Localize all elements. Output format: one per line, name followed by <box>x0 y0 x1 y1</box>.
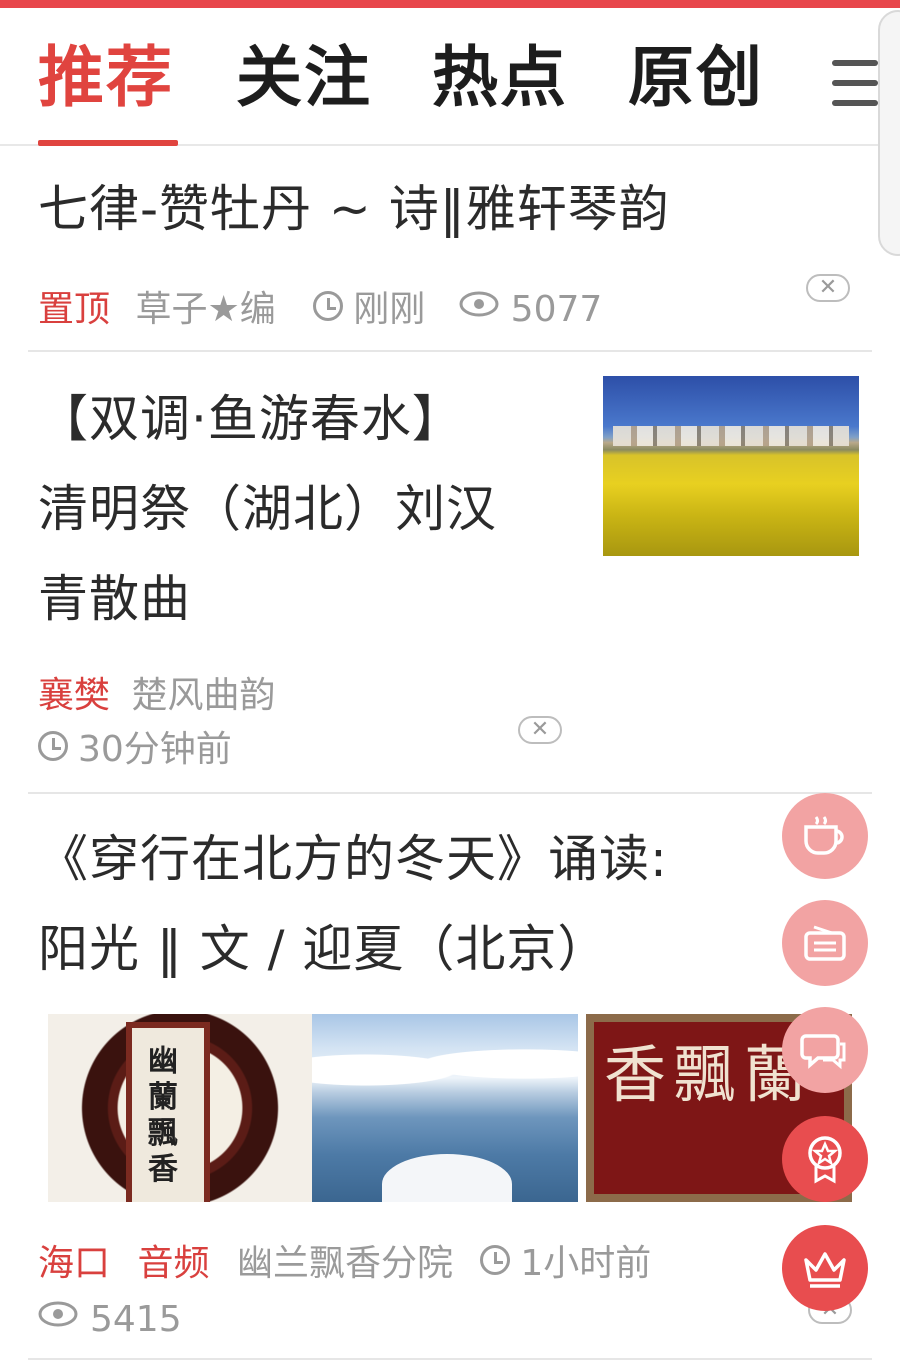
view-count: 5415 <box>90 1299 182 1340</box>
title-line: 阳光 ‖ 文 / 迎夏（北京） <box>38 920 609 978</box>
publish-time: 30分钟前 <box>78 729 232 770</box>
publish-time: 刚刚 <box>353 289 426 330</box>
location-tag: 襄樊 <box>38 675 111 716</box>
tab-follow[interactable]: 关注 <box>236 38 372 118</box>
crown-icon[interactable] <box>782 1225 868 1311</box>
clock-icon <box>38 731 68 761</box>
tab-recommend[interactable]: 推荐 <box>38 38 174 118</box>
radio-icon[interactable] <box>782 900 868 986</box>
publish-time: 1小时前 <box>520 1243 652 1284</box>
clock-icon <box>313 291 344 321</box>
article-title[interactable]: 《穿行在北方的冬天》诵读: 阳光 ‖ 文 / 迎夏（北京） <box>38 814 838 994</box>
badge-star-icon[interactable] <box>782 1116 868 1202</box>
dismiss-button[interactable]: ✕ <box>806 274 850 302</box>
clock-icon <box>480 1245 511 1275</box>
pinned-tag: 置顶 <box>38 289 111 330</box>
calligraphy-scroll-image[interactable]: 幽蘭飄香 <box>48 1014 312 1202</box>
author-name[interactable]: 草子★编 <box>135 289 275 330</box>
title-line: 《穿行在北方的冬天》诵读: <box>38 830 668 888</box>
article-title[interactable]: 【双调·鱼游春水】 清明祭（湖北）刘汉 青散曲 <box>38 374 598 644</box>
eye-icon <box>38 1301 78 1327</box>
location-tag: 海口 <box>38 1243 111 1284</box>
eye-icon <box>459 291 499 317</box>
title-line: 青散曲 <box>38 570 191 628</box>
view-count: 5077 <box>510 289 603 330</box>
rapeseed-field-image[interactable] <box>603 376 859 556</box>
snowy-river-image[interactable] <box>312 1014 578 1202</box>
article-meta: 海口 音频 幽兰飘香分院 1小时前 <box>38 1242 651 1286</box>
article-title[interactable]: 七律-赞牡丹 ~ 诗‖雅轩琴韵 <box>38 164 670 254</box>
author-name[interactable]: 幽兰飘香分院 <box>237 1243 453 1284</box>
article-meta: 置顶 草子★编 刚刚 5077 <box>38 288 602 332</box>
tab-original[interactable]: 原创 <box>628 38 764 118</box>
author-name[interactable]: 楚风曲韵 <box>131 675 275 716</box>
chat-bubbles-icon[interactable] <box>782 1007 868 1093</box>
article-item[interactable]: 七律-赞牡丹 ~ 诗‖雅轩琴韵 置顶 草子★编 刚刚 5077 ✕ <box>28 150 872 352</box>
article-time: 30分钟前 <box>38 728 232 772</box>
article-item[interactable]: 《穿行在北方的冬天》诵读: 阳光 ‖ 文 / 迎夏（北京） 幽蘭飄香 香飄蘭 海… <box>28 794 872 1360</box>
article-item[interactable]: 【双调·鱼游春水】 清明祭（湖北）刘汉 青散曲 襄樊 楚风曲韵 30分钟前 ✕ <box>28 352 872 794</box>
coffee-cup-icon[interactable] <box>782 793 868 879</box>
article-views: 5415 <box>38 1298 182 1342</box>
article-meta: 襄樊 楚风曲韵 <box>38 674 275 718</box>
tab-hot[interactable]: 热点 <box>432 38 568 118</box>
title-line: 【双调·鱼游春水】 <box>38 390 463 448</box>
dismiss-button[interactable]: ✕ <box>518 716 562 744</box>
active-tab-indicator <box>38 140 178 146</box>
audio-tag: 音频 <box>137 1243 210 1284</box>
hamburger-menu-icon[interactable] <box>828 56 880 112</box>
channel-tabs: 推荐 关注 热点 原创 <box>0 8 900 146</box>
title-line: 清明祭（湖北）刘汉 <box>38 480 497 538</box>
side-drawer-handle[interactable] <box>878 10 900 256</box>
top-accent-bar <box>0 0 900 8</box>
